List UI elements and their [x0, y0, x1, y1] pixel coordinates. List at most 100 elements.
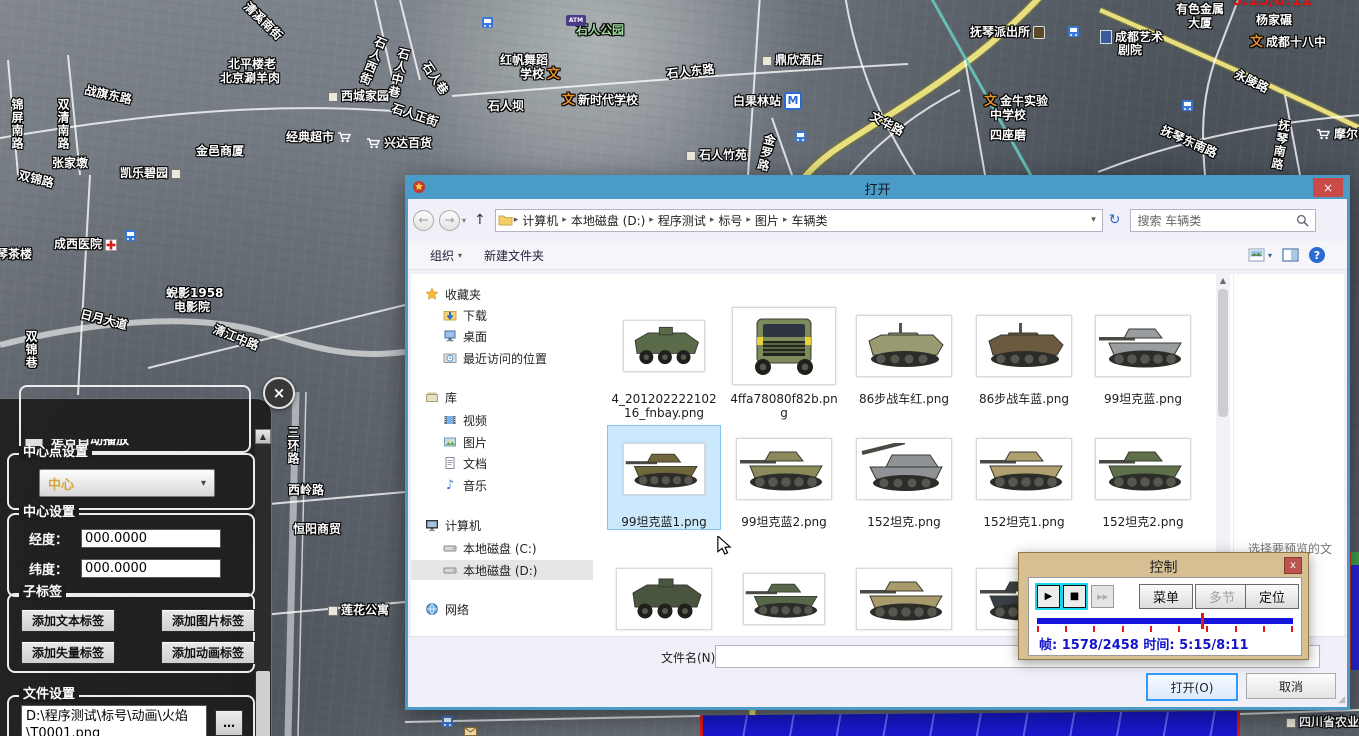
breadcrumb-segment[interactable]: 程序测试	[655, 212, 709, 229]
scroll-up-icon[interactable]: ▲	[255, 429, 271, 444]
open-button[interactable]: 打开(O)	[1146, 673, 1238, 701]
search-input[interactable]: 搜索 车辆类	[1130, 209, 1316, 232]
dialog-close-button[interactable]: ×	[1313, 178, 1343, 197]
nav-item-桌面[interactable]: 桌面	[411, 326, 593, 346]
file-item[interactable]: 4ffa78080f82b.png	[728, 303, 840, 420]
chevron-down-icon: ▾	[1268, 251, 1272, 260]
drive-icon	[443, 563, 457, 577]
menu-button[interactable]: 菜单	[1139, 584, 1193, 609]
center-settings-title: 中心设置	[19, 506, 79, 520]
file-item[interactable]: 152坦克1.png	[968, 426, 1080, 529]
mouse-cursor	[716, 536, 734, 560]
map-label: 四川省农业	[1286, 716, 1359, 729]
cancel-button[interactable]: 取消	[1246, 673, 1336, 699]
file-path-field[interactable]: D:\程序测试\标号\动画\火焰 \T0001.png	[21, 705, 207, 736]
slider-marker[interactable]	[1201, 613, 1204, 629]
breadcrumb-segment[interactable]: 标号	[715, 212, 745, 229]
file-item[interactable]: 99坦克蓝1.png	[608, 426, 720, 529]
up-button[interactable]: ↑	[474, 212, 486, 228]
nav-item-库[interactable]: 库	[411, 387, 593, 407]
file-item[interactable]: 86步战车蓝.png	[968, 303, 1080, 406]
play-button[interactable]: ▶	[1037, 585, 1060, 608]
panel-scroll-thumb[interactable]	[256, 671, 270, 736]
nav-item-label: 下载	[463, 307, 487, 324]
breadcrumb-segment[interactable]: 计算机	[519, 212, 561, 229]
file-item[interactable]: 4_20120222210216_fnbay.png	[608, 303, 720, 420]
file-item[interactable]: 152坦克.png	[848, 426, 960, 529]
back-button[interactable]: ←	[413, 210, 434, 231]
latitude-label: 纬度：	[29, 559, 73, 578]
nav-item-label: 桌面	[463, 328, 487, 345]
file-item[interactable]	[728, 556, 840, 642]
nav-item-本地磁盘 (D:)[interactable]: 本地磁盘 (D:)	[411, 560, 593, 580]
history-dropdown-icon[interactable]: ▾	[462, 216, 466, 225]
resize-grip[interactable]: ◢	[1338, 695, 1345, 705]
nav-item-最近访问的位置[interactable]: 最近访问的位置	[411, 348, 593, 368]
add-label-button[interactable]: 添加失量标签	[21, 641, 115, 664]
add-label-button[interactable]: 添加图片标签	[161, 609, 255, 632]
nav-item-label: 库	[445, 389, 457, 406]
nav-item-下载[interactable]: 下载	[411, 305, 593, 325]
new-folder-button[interactable]: 新建文件夹	[484, 247, 544, 264]
breadcrumb-segment[interactable]: 本地磁盘 (D:)	[568, 212, 648, 229]
help-icon[interactable]: ?	[1309, 247, 1325, 263]
file-thumbnail	[736, 438, 832, 500]
file-thumbnail	[623, 320, 705, 372]
map-label: 杨家碾	[1256, 14, 1292, 27]
locate-button[interactable]: 定位	[1245, 584, 1299, 609]
organize-button[interactable]: 组织 ▾	[430, 247, 462, 264]
polygon-edge	[1237, 711, 1240, 736]
step-button[interactable]: ▶▶	[1091, 585, 1114, 608]
nav-item-图片[interactable]: 图片	[411, 432, 593, 452]
dialog-titlebar[interactable]: 打开	[408, 178, 1347, 199]
nav-item-音乐[interactable]: ♪音乐	[411, 475, 593, 495]
stop-button[interactable]: ■	[1063, 585, 1086, 608]
list-scroll-thumb[interactable]	[1218, 289, 1228, 417]
panel-close-button[interactable]: ×	[263, 377, 295, 409]
file-item[interactable]	[848, 556, 960, 642]
longitude-field[interactable]	[81, 529, 221, 548]
panel-scrollbar[interactable]: ▲	[255, 429, 271, 736]
file-item[interactable]: 99坦克蓝.png	[1087, 303, 1199, 406]
nav-item-收藏夹[interactable]: 收藏夹	[411, 284, 593, 304]
control-close-button[interactable]: x	[1284, 557, 1302, 574]
add-label-button[interactable]: 添加文本标签	[21, 609, 115, 632]
multi-section-button[interactable]: 多节	[1195, 584, 1249, 609]
map-label: 白果林站M	[733, 92, 802, 110]
map-label: 抚琴派出所	[970, 26, 1045, 39]
map-label: 北京涮羊肉	[220, 72, 280, 85]
preview-pane-icon[interactable]	[1282, 248, 1299, 262]
file-thumbnail	[743, 573, 825, 625]
breadcrumb-segment[interactable]: 图片	[752, 212, 782, 229]
views-icon[interactable]: ▾	[1248, 248, 1272, 262]
browse-button[interactable]: …	[215, 710, 243, 736]
file-item[interactable]	[608, 556, 720, 642]
address-dropdown-icon[interactable]: ▾	[1087, 215, 1100, 225]
file-name: 152坦克2.png	[1087, 515, 1199, 529]
nav-item-网络[interactable]: 网络	[411, 599, 593, 619]
breadcrumb[interactable]: ▸计算机▸本地磁盘 (D:)▸程序测试▸标号▸图片▸车辆类▾	[495, 209, 1103, 232]
bus-icon	[795, 126, 806, 145]
nav-item-视频[interactable]: 视频	[411, 410, 593, 430]
file-thumbnail	[856, 315, 952, 377]
add-label-button[interactable]: 添加动画标签	[161, 641, 255, 664]
nav-item-计算机[interactable]: 计算机	[411, 515, 593, 535]
file-item[interactable]: 86步战车红.png	[848, 303, 960, 406]
file-item[interactable]: 99坦克蓝2.png	[728, 426, 840, 529]
slider-track[interactable]	[1037, 618, 1293, 624]
refresh-icon[interactable]: ↻	[1109, 212, 1121, 228]
breadcrumb-segment[interactable]: 车辆类	[788, 212, 830, 229]
nav-item-文档[interactable]: 文档	[411, 453, 593, 473]
playback-slider[interactable]	[1037, 616, 1293, 634]
map-label: 有色金属	[1176, 3, 1224, 16]
map-label: 成都艺术	[1100, 30, 1163, 44]
latitude-field[interactable]	[81, 559, 221, 578]
file-item[interactable]: 152坦克2.png	[1087, 426, 1199, 529]
scroll-up-icon[interactable]: ▲	[1216, 274, 1230, 288]
label-settings-panel: 是否自动播放 中心点设置 中心 ▾ 中心设置 经度： 纬度： 子标签 添加文本标…	[0, 398, 272, 736]
center-point-dropdown[interactable]: 中心 ▾	[39, 469, 215, 497]
forward-button[interactable]: →	[439, 210, 460, 231]
map-label: 凯乐碧园	[120, 167, 181, 180]
nav-item-本地磁盘 (C:)[interactable]: 本地磁盘 (C:)	[411, 538, 593, 558]
file-name: 86步战车蓝.png	[968, 392, 1080, 406]
